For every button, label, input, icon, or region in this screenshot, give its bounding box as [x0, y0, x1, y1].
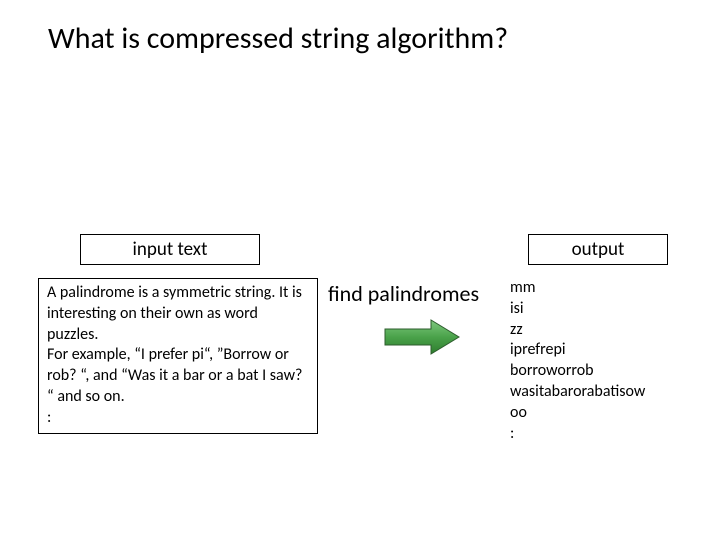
arrow-right-icon	[383, 318, 461, 356]
input-label-box: input text	[80, 234, 260, 265]
output-label-box: output	[528, 234, 668, 265]
find-palindromes-label: find palindromes	[328, 280, 479, 307]
output-item: zz	[510, 320, 645, 341]
output-item: isi	[510, 299, 645, 320]
output-item: iprefrepi	[510, 340, 645, 361]
output-item: wasitabarorabatisow	[510, 382, 645, 403]
output-item: borroworrob	[510, 361, 645, 382]
slide-title: What is compressed string algorithm?	[0, 0, 720, 57]
output-item: oo	[510, 403, 645, 424]
output-list: mmisizziprefrepiborroworrobwasitabarorab…	[510, 278, 645, 444]
output-item: :	[510, 424, 645, 445]
input-text-box: A palindrome is a symmetric string. It i…	[38, 278, 318, 434]
output-item: mm	[510, 278, 645, 299]
